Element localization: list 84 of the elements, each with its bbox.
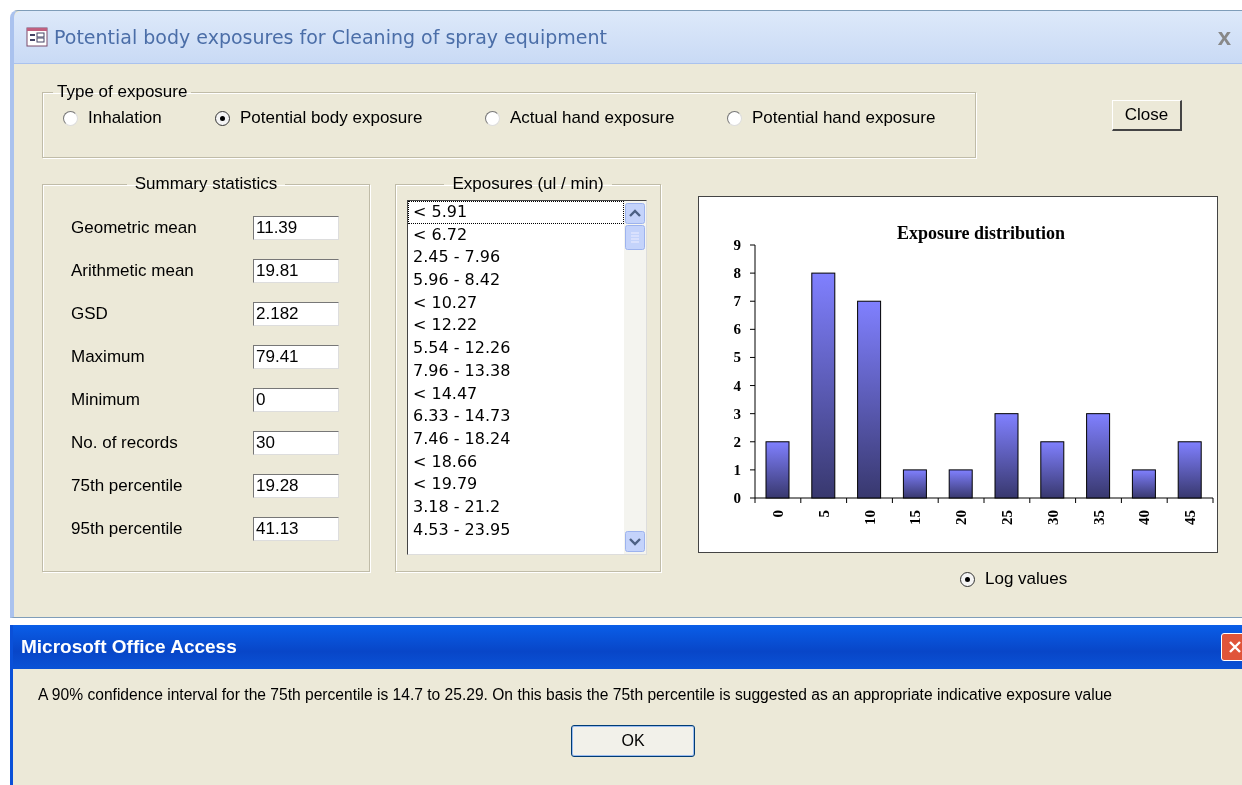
list-item[interactable]: < 5.91 [408,201,624,224]
bar [1177,441,1202,499]
stat-field[interactable]: 11.39 [253,216,339,240]
x-tick-label: 10 [861,510,878,525]
list-item[interactable]: 5.54 - 12.26 [408,337,624,360]
stat-field[interactable]: 41.13 [253,517,339,541]
option-label[interactable]: Inhalation [88,108,162,128]
y-tick-label: 4 [733,377,741,394]
x-tick-label: 25 [999,510,1015,525]
x-tick-label: 30 [1044,510,1061,525]
list-item[interactable]: < 19.79 [408,473,624,496]
stat-label: Geometric mean [71,218,198,238]
list-item[interactable]: < 14.47 [408,382,624,406]
dialog-title: Microsoft Office Access [21,636,237,658]
x-tick-label: 0 [770,510,786,518]
radio-button[interactable] [960,571,975,587]
ok-button[interactable]: OK [571,725,695,757]
bar [765,441,790,499]
x-tick-label: 5 [815,510,832,518]
list-item[interactable]: 6.33 - 14.73 [408,405,624,428]
radio-button[interactable] [727,110,742,126]
message-text: A 90% confidence interval for the 75th percentile is 14.7 to 25.29. On this basis the 75th percentile is suggested as an appropriate indicative exposure value [37,686,1113,704]
y-tick-label: 6 [733,321,741,338]
stat-field[interactable]: 19.81 [253,259,339,283]
stat-label: GSD [71,304,109,324]
list-item[interactable]: 4.53 - 23.95 [408,518,624,542]
list-item[interactable]: < 10.27 [408,291,624,315]
x-tick-label: 15 [907,510,924,525]
stat-label: Minimum [71,390,141,410]
radio-button[interactable] [485,110,500,126]
close-button[interactable] [1221,633,1242,661]
chart-title: Exposure distribution [896,223,1066,243]
scroll-up-icon[interactable] [625,203,645,224]
window-title: Potential body exposures for Cleaning of spray equipment [54,26,607,48]
group-label: Summary statistics [133,174,279,194]
stat-field[interactable]: 79.41 [253,345,339,369]
stat-field[interactable]: 30 [253,431,339,455]
stat-field[interactable]: 2.182 [253,302,339,326]
stat-field[interactable]: 0 [253,388,339,412]
bar [1131,469,1156,499]
list-item[interactable]: 7.46 - 18.24 [408,427,624,451]
option-label[interactable]: Potential body exposure [240,108,423,128]
scrollbar[interactable] [624,201,646,554]
radio-button[interactable] [63,110,78,126]
y-tick-label: 1 [733,461,741,478]
list-box[interactable]: < 5.91 < 6.72 2.45 - 7.96 5.96 - 8.42 < 10.27 < 12.22 5.54 - 12.26 7.96 - 13.38 < 14.47 6.33 - 14.73 7.46 - 18.24 < 18.66 < 19.79 3.18 - 21.2 4.53 - 23.95 [407,200,647,555]
y-tick-label: 3 [733,405,741,422]
bar [948,469,973,499]
radio-button[interactable] [215,110,230,126]
y-tick-label: 7 [733,293,741,310]
stat-field[interactable]: 19.28 [253,474,339,498]
bar [1040,441,1065,499]
list-item[interactable]: < 18.66 [408,450,624,474]
list-item[interactable]: 7.96 - 13.38 [408,359,624,383]
stat-label: 95th percentile [71,519,184,539]
list-item[interactable]: < 12.22 [408,314,624,338]
x-tick-label: 35 [1090,510,1107,525]
y-tick-label: 5 [733,349,741,366]
y-tick-label: 8 [733,265,741,282]
stat-label: Maximum [71,347,146,367]
stat-label: No. of records [71,433,179,453]
stat-label: Arithmetic mean [71,261,195,281]
group-label: Type of exposure [56,82,189,102]
x-tick-label: 45 [1182,510,1199,525]
form-icon [26,27,48,47]
close-button[interactable]: Close [1112,100,1182,131]
bar [902,469,927,499]
list-item[interactable]: < 6.72 [408,223,624,247]
list-item[interactable]: 3.18 - 21.2 [408,495,624,519]
list-item[interactable]: 5.96 - 8.42 [408,269,624,292]
close-icon [1229,641,1241,653]
option-label[interactable]: Potential hand exposure [752,108,936,128]
y-tick-label: 2 [733,433,741,450]
scroll-down-icon[interactable] [625,531,645,552]
y-tick-label: 0 [733,490,741,506]
scroll-thumb[interactable] [625,225,645,250]
stat-label: 75th percentile [71,476,184,496]
x-tick-label: 20 [953,510,970,525]
y-tick-label: 9 [733,237,741,253]
option-label[interactable]: Log values [985,569,1068,589]
x-tick-label: 40 [1136,510,1153,525]
option-label[interactable]: Actual hand exposure [510,108,675,128]
group-label: Exposures (ul / min) [451,174,605,194]
list-item[interactable]: 2.45 - 7.96 [408,246,624,270]
